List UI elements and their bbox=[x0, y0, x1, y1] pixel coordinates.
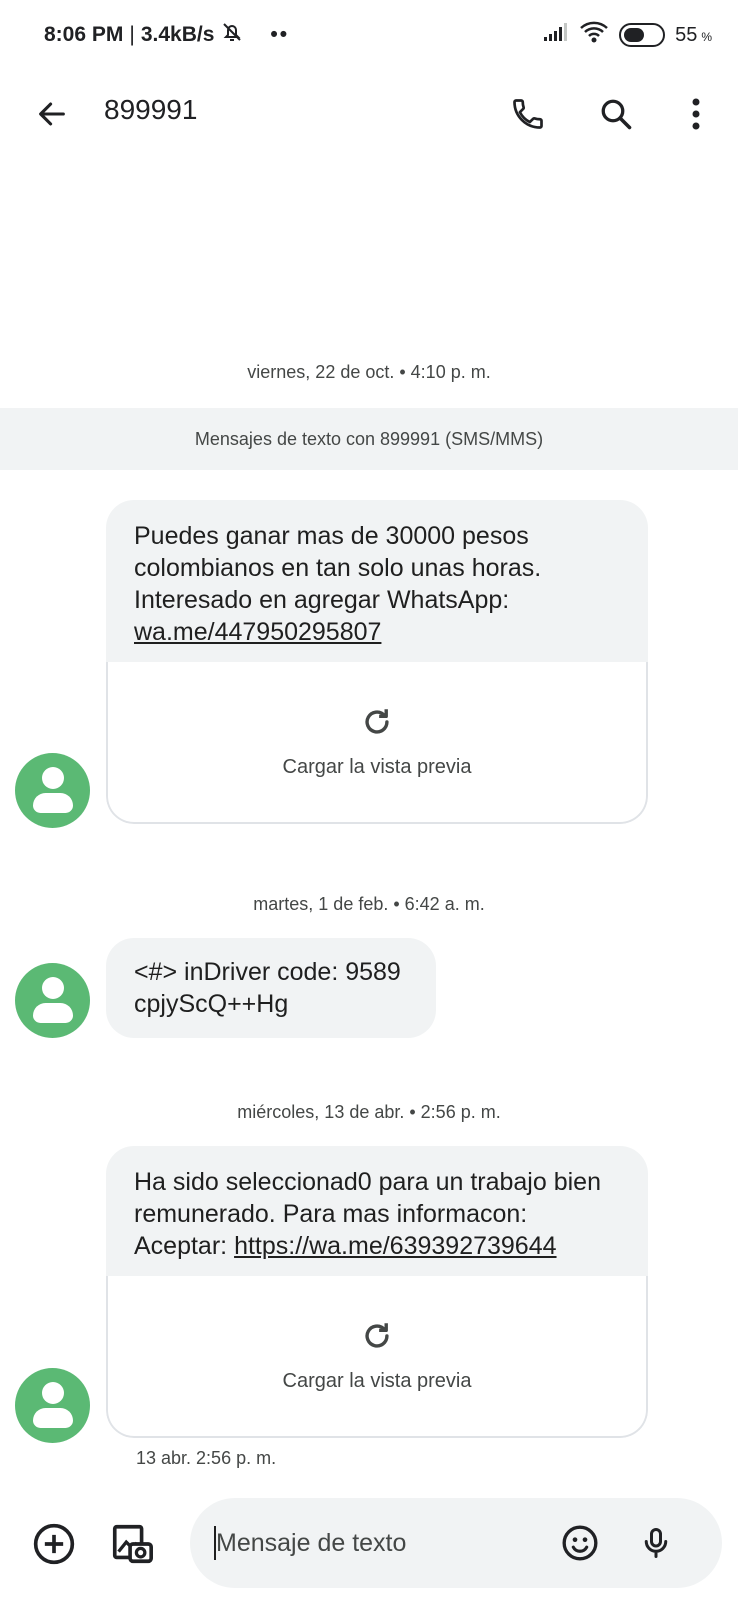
message-bubble[interactable]: Ha sido seleccionad0 para un trabajo bie… bbox=[106, 1146, 648, 1438]
date-separator: viernes, 22 de oct. • 4:10 p. m. bbox=[247, 362, 491, 382]
overflow-dots-icon: •• bbox=[270, 23, 290, 46]
add-circle-icon[interactable] bbox=[30, 1520, 78, 1568]
message-link[interactable]: https://wa.me/639392739644 bbox=[234, 1232, 556, 1260]
message-input[interactable] bbox=[216, 1524, 536, 1562]
status-time: 8:06 PM bbox=[44, 23, 124, 46]
compose-field[interactable] bbox=[190, 1498, 722, 1588]
avatar bbox=[15, 753, 90, 828]
load-preview-label: Cargar la vista previa bbox=[282, 756, 472, 778]
more-vert-icon[interactable] bbox=[672, 90, 720, 138]
emoji-icon[interactable] bbox=[556, 1519, 604, 1567]
conversation-title: 899991 bbox=[104, 94, 198, 125]
battery-fill bbox=[624, 28, 644, 42]
status-right: 55% bbox=[543, 20, 712, 50]
date-separator: miércoles, 13 de abr. • 2:56 p. m. bbox=[237, 1102, 501, 1122]
avatar bbox=[15, 963, 90, 1038]
battery-icon bbox=[619, 23, 666, 47]
battery-percent: 55% bbox=[675, 23, 712, 46]
back-arrow-icon[interactable] bbox=[28, 90, 76, 138]
bell-off-icon bbox=[220, 20, 244, 50]
message-timestamp: 13 abr. 2:56 p. m. bbox=[136, 1448, 277, 1468]
link-preview[interactable]: Cargar la vista previa bbox=[106, 1276, 648, 1438]
app-bar: 899991 bbox=[0, 70, 738, 158]
refresh-icon bbox=[360, 1319, 394, 1358]
message-link[interactable]: wa.me/447950295807 bbox=[134, 618, 381, 646]
compose-bar bbox=[0, 1490, 738, 1600]
search-icon[interactable] bbox=[592, 90, 640, 138]
refresh-icon bbox=[360, 705, 394, 744]
sms-mms-banner: Mensajes de texto con 899991 (SMS/MMS) bbox=[0, 408, 738, 470]
message-bubble[interactable]: Puedes ganar mas de 30000 pesos colombia… bbox=[106, 500, 648, 824]
phone-icon[interactable] bbox=[504, 90, 552, 138]
date-separator: martes, 1 de feb. • 6:42 a. m. bbox=[253, 894, 485, 914]
status-bar: 8:06 PM | 3.4kB/s •• 55% bbox=[0, 0, 738, 70]
avatar bbox=[15, 1368, 90, 1443]
message-text: <#> inDriver code: 9589 cpjyScQ++Hg bbox=[134, 958, 401, 1018]
message-text: Ha sido seleccionad0 para un trabajo bie… bbox=[106, 1146, 648, 1276]
message-text: Puedes ganar mas de 30000 pesos colombia… bbox=[106, 500, 648, 662]
status-left: 8:06 PM | 3.4kB/s •• bbox=[44, 20, 289, 50]
message-bubble[interactable]: <#> inDriver code: 9589 cpjyScQ++Hg bbox=[106, 938, 436, 1038]
link-preview[interactable]: Cargar la vista previa bbox=[106, 662, 648, 824]
mic-icon[interactable] bbox=[632, 1519, 680, 1567]
gallery-icon[interactable] bbox=[108, 1520, 156, 1568]
signal-icon bbox=[543, 22, 569, 48]
wifi-icon bbox=[579, 20, 609, 50]
load-preview-label: Cargar la vista previa bbox=[282, 1370, 472, 1392]
status-divider: | bbox=[129, 23, 135, 46]
network-speed: 3.4kB/s bbox=[140, 23, 215, 46]
